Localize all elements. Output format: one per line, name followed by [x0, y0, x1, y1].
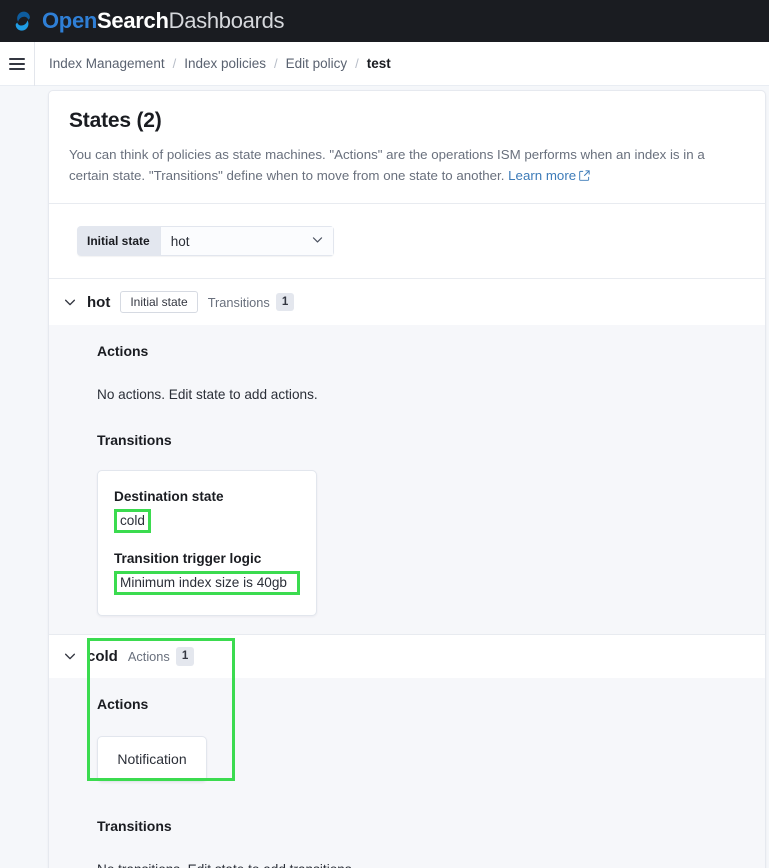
learn-more-label: Learn more — [508, 168, 576, 183]
breadcrumb-bar: Index Management / Index policies / Edit… — [0, 42, 769, 86]
page-title: States (2) — [69, 109, 745, 133]
hamburger-menu-icon[interactable] — [0, 42, 34, 86]
header-divider — [34, 42, 35, 86]
breadcrumb-item-test: test — [367, 56, 391, 71]
initial-state-select[interactable]: hot — [160, 226, 334, 256]
state-name-hot: hot — [87, 294, 110, 311]
actions-empty-text: No actions. Edit state to add actions. — [49, 387, 765, 402]
state-meta-label: Transitions — [208, 295, 270, 310]
state-body-hot: Actions No actions. Edit state to add ac… — [49, 325, 765, 634]
opensearch-swirl-icon — [10, 8, 36, 34]
breadcrumb-item-index-management[interactable]: Index Management — [49, 56, 165, 71]
state-meta-label: Actions — [128, 649, 170, 664]
breadcrumb-item-index-policies[interactable]: Index policies — [184, 56, 266, 71]
state-meta-count: 1 — [176, 647, 194, 665]
external-link-icon — [579, 167, 590, 188]
transitions-section-title: Transitions — [49, 818, 765, 834]
initial-state-value: hot — [171, 234, 190, 249]
app-title: OpenSearchDashboards — [42, 10, 284, 32]
initial-state-row: Initial state hot — [49, 204, 765, 278]
page-body: States (2) You can think of policies as … — [0, 86, 769, 868]
state-meta-count: 1 — [276, 293, 294, 311]
state-meta-actions: Actions 1 — [128, 647, 194, 665]
chevron-down-icon[interactable] — [63, 649, 77, 663]
breadcrumb-separator: / — [355, 56, 359, 71]
initial-state-label: Initial state — [77, 226, 160, 256]
state-accordion-hot: hot Initial state Transitions 1 Actions … — [49, 279, 765, 634]
states-panel-description: You can think of policies as state machi… — [69, 145, 745, 187]
logo-text-open: Open — [42, 8, 97, 33]
chevron-down-icon[interactable] — [63, 295, 77, 309]
breadcrumb-separator: / — [274, 56, 278, 71]
description-line-2: "Transitions" define when to move from o… — [149, 168, 505, 183]
actions-section-title: Actions — [49, 343, 765, 359]
breadcrumb: Index Management / Index policies / Edit… — [49, 56, 391, 71]
states-panel-header: States (2) You can think of policies as … — [49, 91, 765, 203]
breadcrumb-separator: / — [173, 56, 177, 71]
state-accordion-cold: cold Actions 1 Actions Notification Tran… — [49, 635, 765, 868]
initial-state-select-group[interactable]: Initial state hot — [77, 226, 334, 256]
annotation-box-trigger: Minimum index size is 40gb — [114, 571, 300, 595]
state-header-hot[interactable]: hot Initial state Transitions 1 — [49, 279, 765, 325]
logo-text-dashboards: Dashboards — [169, 8, 285, 33]
actions-section-title: Actions — [49, 696, 765, 712]
hamburger-line — [9, 63, 25, 65]
logo-text-search: Search — [97, 8, 169, 33]
transition-trigger-label: Transition trigger logic — [114, 551, 300, 566]
action-card-label: Notification — [117, 751, 186, 767]
chevron-down-icon — [311, 233, 324, 249]
state-header-cold[interactable]: cold Actions 1 — [49, 635, 765, 677]
initial-state-badge: Initial state — [120, 291, 197, 313]
learn-more-link[interactable]: Learn more — [508, 168, 590, 183]
states-panel: States (2) You can think of policies as … — [48, 90, 766, 868]
state-name-cold: cold — [87, 648, 118, 665]
action-card-notification[interactable]: Notification — [97, 736, 207, 782]
state-body-cold: Actions Notification Transitions No tran… — [49, 678, 765, 868]
transition-card[interactable]: Destination state cold Transition trigge… — [97, 470, 317, 616]
hamburger-line — [9, 68, 25, 70]
hamburger-line — [9, 58, 25, 60]
breadcrumb-item-edit-policy[interactable]: Edit policy — [286, 56, 348, 71]
transition-trigger-value: Minimum index size is 40gb — [120, 575, 287, 590]
annotation-box-destination: cold — [114, 509, 151, 533]
app-header: OpenSearchDashboards — [0, 0, 769, 42]
transitions-empty-text: No transitions. Edit state to add transi… — [49, 862, 765, 868]
state-meta-transitions: Transitions 1 — [208, 293, 295, 311]
destination-state-label: Destination state — [114, 489, 300, 504]
opensearch-logo[interactable]: OpenSearchDashboards — [10, 8, 284, 34]
destination-state-value: cold — [120, 513, 145, 528]
transitions-section-title: Transitions — [49, 432, 765, 448]
